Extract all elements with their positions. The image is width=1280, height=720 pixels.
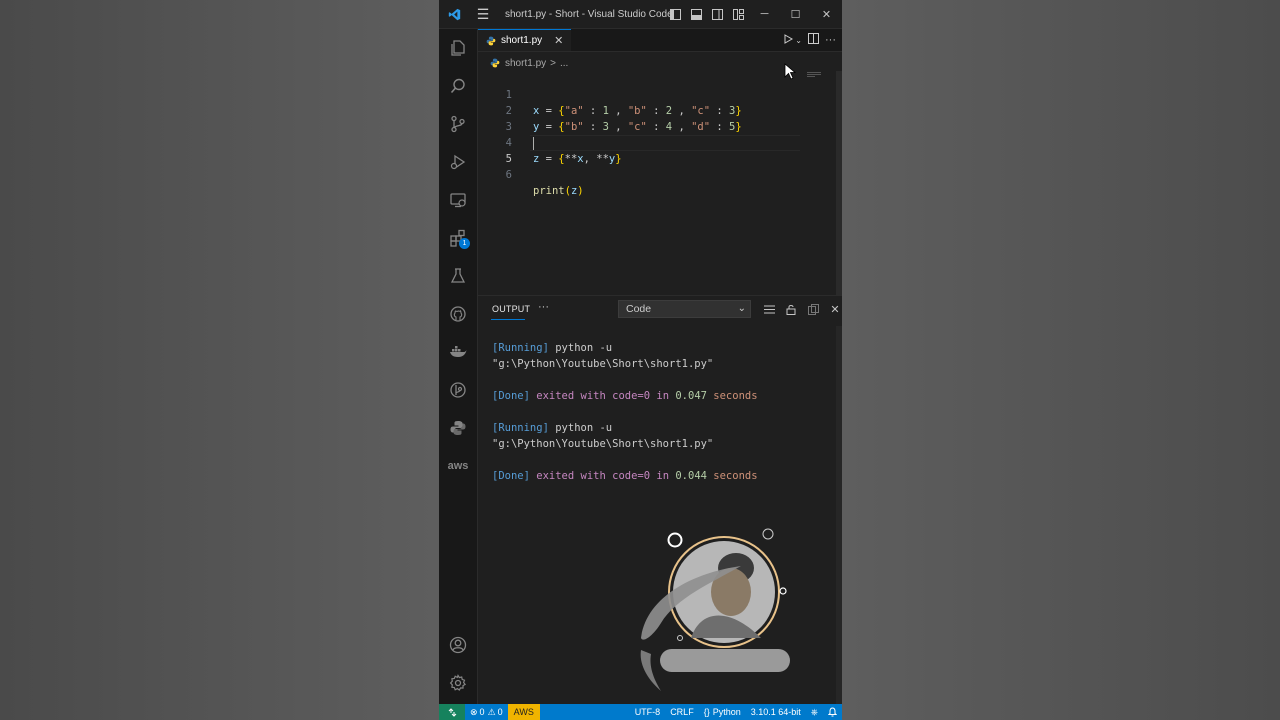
- output-channel-select[interactable]: Code ⌄: [618, 300, 751, 318]
- python-file-icon: [486, 36, 496, 45]
- code-line: 4 z = {**x, **y}: [478, 119, 838, 165]
- title-bar: ☰ short1.py - Short - Visual Studio Code…: [439, 0, 842, 29]
- status-bar: ⊗ 0 ⚠ 0 AWS UTF-8 CRLF {} Python 3.10.1 …: [439, 704, 842, 720]
- background-left: [0, 0, 439, 720]
- output-line: [Running] python -u: [492, 422, 613, 434]
- panel-more-icon[interactable]: ···: [538, 301, 549, 313]
- close-panel-icon[interactable]: ✕: [826, 300, 842, 318]
- customize-layout-icon[interactable]: [728, 0, 749, 28]
- warning-icon: ⚠: [487, 706, 496, 717]
- code-editor[interactable]: 1 x = {"a" : 1 , "b" : 2 , "c" : 3} 2 y …: [478, 63, 842, 295]
- source-control-icon[interactable]: [439, 105, 477, 143]
- hamburger-menu-icon[interactable]: ☰: [469, 6, 497, 23]
- gitlens-icon[interactable]: [439, 371, 477, 409]
- code-line: 2 y = {"b" : 3 , "c" : 4 , "d" : 5}: [478, 87, 838, 133]
- remote-indicator-icon[interactable]: [439, 704, 465, 720]
- split-editor-icon[interactable]: [808, 33, 819, 47]
- aws-icon[interactable]: aws: [439, 447, 477, 485]
- warning-count: 0: [497, 707, 503, 717]
- minimap[interactable]: [807, 72, 829, 78]
- extensions-badge: 1: [459, 238, 470, 249]
- breadcrumb-file[interactable]: short1.py: [505, 58, 546, 69]
- vscode-logo-icon: [439, 8, 469, 21]
- editor-tabs: short1.py ✕ ⌄ ···: [478, 29, 842, 52]
- output-line: "g:\Python\Youtube\Short\short1.py": [492, 438, 714, 450]
- editor-scrollbar[interactable]: [836, 71, 842, 295]
- tab-label: short1.py: [501, 35, 543, 46]
- lock-scroll-icon[interactable]: [782, 300, 800, 318]
- output-line: [Done] exited with code=0 in 0.044 secon…: [492, 470, 758, 482]
- minimize-button[interactable]: ─: [749, 0, 780, 28]
- panel-scrollbar[interactable]: [836, 326, 842, 706]
- breadcrumb-separator: >: [550, 57, 556, 69]
- explorer-icon[interactable]: [439, 29, 477, 67]
- output-text: [Running] python -u "g:\Python\Youtube\Sh…: [492, 324, 758, 516]
- notifications-bell-icon[interactable]: [823, 707, 842, 717]
- close-window-button[interactable]: ✕: [811, 0, 842, 28]
- output-line: "g:\Python\Youtube\Short\short1.py": [492, 358, 714, 370]
- window-title: short1.py - Short - Visual Studio Code: [505, 8, 673, 20]
- breadcrumb: short1.py > ...: [478, 55, 568, 71]
- aws-status[interactable]: AWS: [507, 704, 540, 720]
- remote-explorer-icon[interactable]: [439, 181, 477, 219]
- code-line: 3: [478, 103, 838, 133]
- webcam-avatar-overlay: [631, 528, 791, 693]
- text-cursor: [533, 137, 534, 150]
- python-interpreter[interactable]: 3.10.1 64-bit: [746, 707, 806, 717]
- mouse-pointer-icon: [784, 63, 797, 80]
- chevron-down-icon: ⌄: [737, 303, 746, 314]
- braces-icon: {}: [703, 707, 710, 717]
- language-mode[interactable]: {} Python: [699, 707, 746, 717]
- search-icon[interactable]: [439, 67, 477, 105]
- close-tab-icon[interactable]: ✕: [554, 34, 563, 47]
- maximize-button[interactable]: ☐: [780, 0, 811, 28]
- code-line: 5: [478, 135, 838, 165]
- testing-icon[interactable]: [439, 257, 477, 295]
- background-right: [842, 0, 1280, 720]
- activity-bar: 1 aws: [439, 29, 478, 704]
- filter-icon[interactable]: [760, 300, 778, 318]
- eol-indicator[interactable]: CRLF: [665, 707, 699, 717]
- manage-gear-icon[interactable]: [439, 664, 477, 702]
- output-line: [Running] python -u: [492, 342, 613, 354]
- python-icon[interactable]: [439, 409, 477, 447]
- output-channel-value: Code: [626, 303, 652, 315]
- code-line: 6 print(z): [478, 151, 838, 197]
- run-file-icon[interactable]: [783, 33, 794, 47]
- problems-indicator[interactable]: ⊗ 0 ⚠ 0: [465, 707, 508, 718]
- tab-short1-py[interactable]: short1.py ✕: [478, 29, 571, 51]
- breadcrumb-symbols[interactable]: ...: [560, 58, 568, 69]
- accounts-icon[interactable]: [439, 626, 477, 664]
- clear-output-icon[interactable]: [804, 300, 822, 318]
- run-dropdown-chevron-icon[interactable]: ⌄: [795, 36, 802, 45]
- extensions-icon[interactable]: 1: [439, 219, 477, 257]
- more-actions-icon[interactable]: ···: [825, 34, 836, 46]
- toggle-panel-icon[interactable]: [686, 0, 707, 28]
- line-number: 6: [505, 169, 512, 181]
- language-label: Python: [712, 707, 741, 717]
- python-file-icon: [490, 58, 500, 68]
- github-icon[interactable]: [439, 295, 477, 333]
- toggle-secondary-sidebar-icon[interactable]: [707, 0, 728, 28]
- toggle-primary-sidebar-icon[interactable]: [665, 0, 686, 28]
- output-line: [Done] exited with code=0 in 0.047 secon…: [492, 390, 758, 402]
- encoding-indicator[interactable]: UTF-8: [630, 707, 666, 717]
- docker-icon[interactable]: [439, 333, 477, 371]
- feedback-icon[interactable]: ⎈: [806, 707, 823, 718]
- tab-output[interactable]: OUTPUT: [492, 304, 530, 314]
- error-icon: ⊗: [470, 706, 478, 717]
- error-count: 0: [479, 707, 485, 717]
- panel-header: OUTPUT ··· Code ⌄ ✕: [478, 296, 842, 322]
- active-tab-indicator: [491, 319, 525, 320]
- run-debug-icon[interactable]: [439, 143, 477, 181]
